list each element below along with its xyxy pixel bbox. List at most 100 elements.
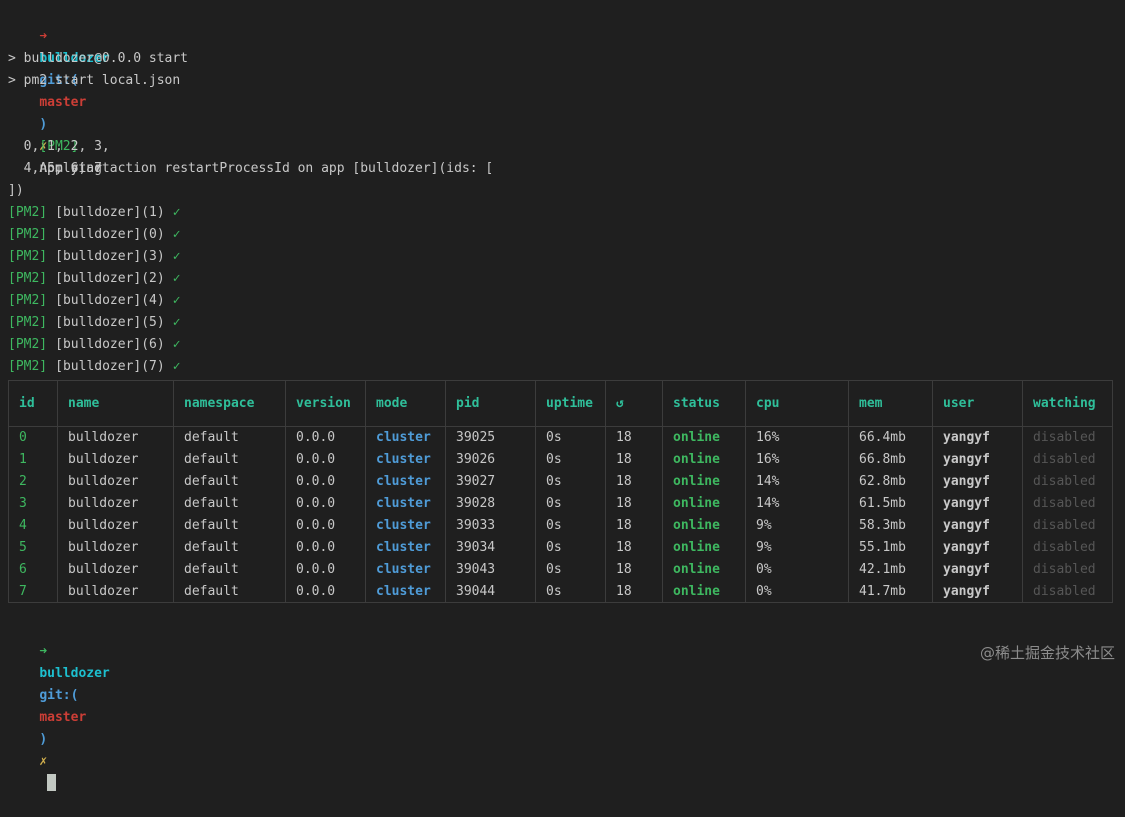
- column-header: pid: [445, 380, 536, 427]
- prompt-arrow-icon: ➜: [39, 644, 48, 659]
- pm2-done-line: [PM2] [bulldozer](7) ✓: [8, 356, 1117, 378]
- pm2-done-text: [bulldozer](1): [55, 205, 165, 220]
- table-cell: 62.8mb: [848, 470, 933, 493]
- check-icon: ✓: [172, 271, 181, 286]
- table-cell: bulldozer: [57, 558, 174, 581]
- table-cell: disabled: [1022, 492, 1113, 515]
- table-cell: bulldozer: [57, 514, 174, 537]
- table-cell: 16%: [745, 426, 849, 449]
- table-cell: bulldozer: [57, 580, 174, 603]
- pm2-done-text: [bulldozer](0): [55, 227, 165, 242]
- pm2-done-text: [bulldozer](6): [55, 337, 165, 352]
- pm2-tag: [PM2]: [8, 271, 48, 286]
- table-cell: 0s: [535, 426, 606, 449]
- table-cell: disabled: [1022, 514, 1113, 537]
- column-header: cpu: [745, 380, 849, 427]
- table-cell: yangyf: [932, 492, 1023, 515]
- table-cell: online: [662, 470, 746, 493]
- check-icon: ✓: [172, 293, 181, 308]
- column-header: mode: [365, 380, 446, 427]
- table-cell: 5: [8, 536, 58, 559]
- table-cell: yangyf: [932, 558, 1023, 581]
- table-cell: 0%: [745, 558, 849, 581]
- check-icon: ✓: [172, 337, 181, 352]
- watermark: @稀土掘金技术社区: [979, 644, 1115, 662]
- table-cell: 0: [8, 426, 58, 449]
- table-cell: default: [173, 558, 286, 581]
- pm2-tag: [PM2]: [8, 359, 48, 374]
- table-cell: cluster: [365, 492, 446, 515]
- pm2-tag: [PM2]: [8, 227, 48, 242]
- table-cell: 39028: [445, 492, 536, 515]
- table-cell: 0.0.0: [285, 448, 366, 471]
- table-cell: 18: [605, 492, 663, 515]
- table-cell: online: [662, 492, 746, 515]
- pm2-action-text: Applying action restartProcessId on app …: [39, 161, 494, 176]
- table-cell: 41.7mb: [848, 580, 933, 603]
- pm2-tag: [PM2]: [8, 315, 48, 330]
- table-cell: 6: [8, 558, 58, 581]
- table-cell: disabled: [1022, 536, 1113, 559]
- table-cell: disabled: [1022, 448, 1113, 471]
- table-cell: cluster: [365, 514, 446, 537]
- table-cell: default: [173, 470, 286, 493]
- git-suffix: ): [39, 117, 48, 132]
- table-cell: 0s: [535, 580, 606, 603]
- table-cell: 58.3mb: [848, 514, 933, 537]
- table-cell: default: [173, 580, 286, 603]
- table-cell: cluster: [365, 448, 446, 471]
- table-cell: yangyf: [932, 536, 1023, 559]
- git-suffix: ): [39, 732, 48, 747]
- table-cell: online: [662, 558, 746, 581]
- pm2-tag: [PM2]: [8, 337, 48, 352]
- table-cell: 42.1mb: [848, 558, 933, 581]
- npm-script-line: > pm2 start local.json: [8, 73, 181, 88]
- table-cell: disabled: [1022, 470, 1113, 493]
- prompt-line-top: ➜ bulldozer git:( master ) ✗ npm start: [8, 4, 1117, 176]
- table-cell: online: [662, 580, 746, 603]
- table-cell: 7: [8, 580, 58, 603]
- git-branch: master: [39, 710, 87, 725]
- pm2-done-line: [PM2] [bulldozer](2) ✓: [8, 268, 1117, 290]
- table-cell: 0s: [535, 470, 606, 493]
- pm2-done-text: [bulldozer](5): [55, 315, 165, 330]
- prompt-line-bottom[interactable]: ➜ bulldozer git:( master ) ✗: [8, 619, 1117, 791]
- table-cell: bulldozer: [57, 492, 174, 515]
- terminal-window[interactable]: ➜ bulldozer git:( master ) ✗ npm start >…: [0, 0, 1125, 791]
- table-cell: 0.0.0: [285, 536, 366, 559]
- table-row: 0 bulldozer default 0.0.0 cluster 39025 0s 18 on…: [8, 426, 1113, 449]
- table-row: 7 bulldozer default 0.0.0 cluster 39044 0s 18 on…: [8, 580, 1113, 603]
- table-cell: 16%: [745, 448, 849, 471]
- table-cell: 9%: [745, 514, 849, 537]
- column-header: status: [662, 380, 746, 427]
- pm2-tag: [PM2]: [8, 249, 48, 264]
- table-cell: 0s: [535, 492, 606, 515]
- table-cell: 2: [8, 470, 58, 493]
- table-cell: 14%: [745, 492, 849, 515]
- table-cell: 18: [605, 470, 663, 493]
- pm2-done-line: [PM2] [bulldozer](0) ✓: [8, 224, 1117, 246]
- column-header: id: [8, 380, 58, 427]
- git-branch: master: [39, 95, 87, 110]
- table-cell: 9%: [745, 536, 849, 559]
- table-cell: 18: [605, 448, 663, 471]
- pm2-done-line: [PM2] [bulldozer](3) ✓: [8, 246, 1117, 268]
- table-cell: 61.5mb: [848, 492, 933, 515]
- check-icon: ✓: [172, 315, 181, 330]
- table-cell: 55.1mb: [848, 536, 933, 559]
- table-cell: cluster: [365, 580, 446, 603]
- check-icon: ✓: [172, 205, 181, 220]
- table-cell: 0.0.0: [285, 514, 366, 537]
- check-icon: ✓: [172, 359, 181, 374]
- table-cell: yangyf: [932, 580, 1023, 603]
- terminal-cursor[interactable]: [47, 774, 57, 791]
- table-row: 3 bulldozer default 0.0.0 cluster 39028 0s 18 on…: [8, 492, 1113, 515]
- git-prefix: git:(: [39, 688, 79, 703]
- table-cell: 1: [8, 448, 58, 471]
- pm2-done-text: [bulldozer](3): [55, 249, 165, 264]
- table-cell: 66.4mb: [848, 426, 933, 449]
- table-cell: 0.0.0: [285, 558, 366, 581]
- table-cell: bulldozer: [57, 536, 174, 559]
- pm2-done-text: [bulldozer](4): [55, 293, 165, 308]
